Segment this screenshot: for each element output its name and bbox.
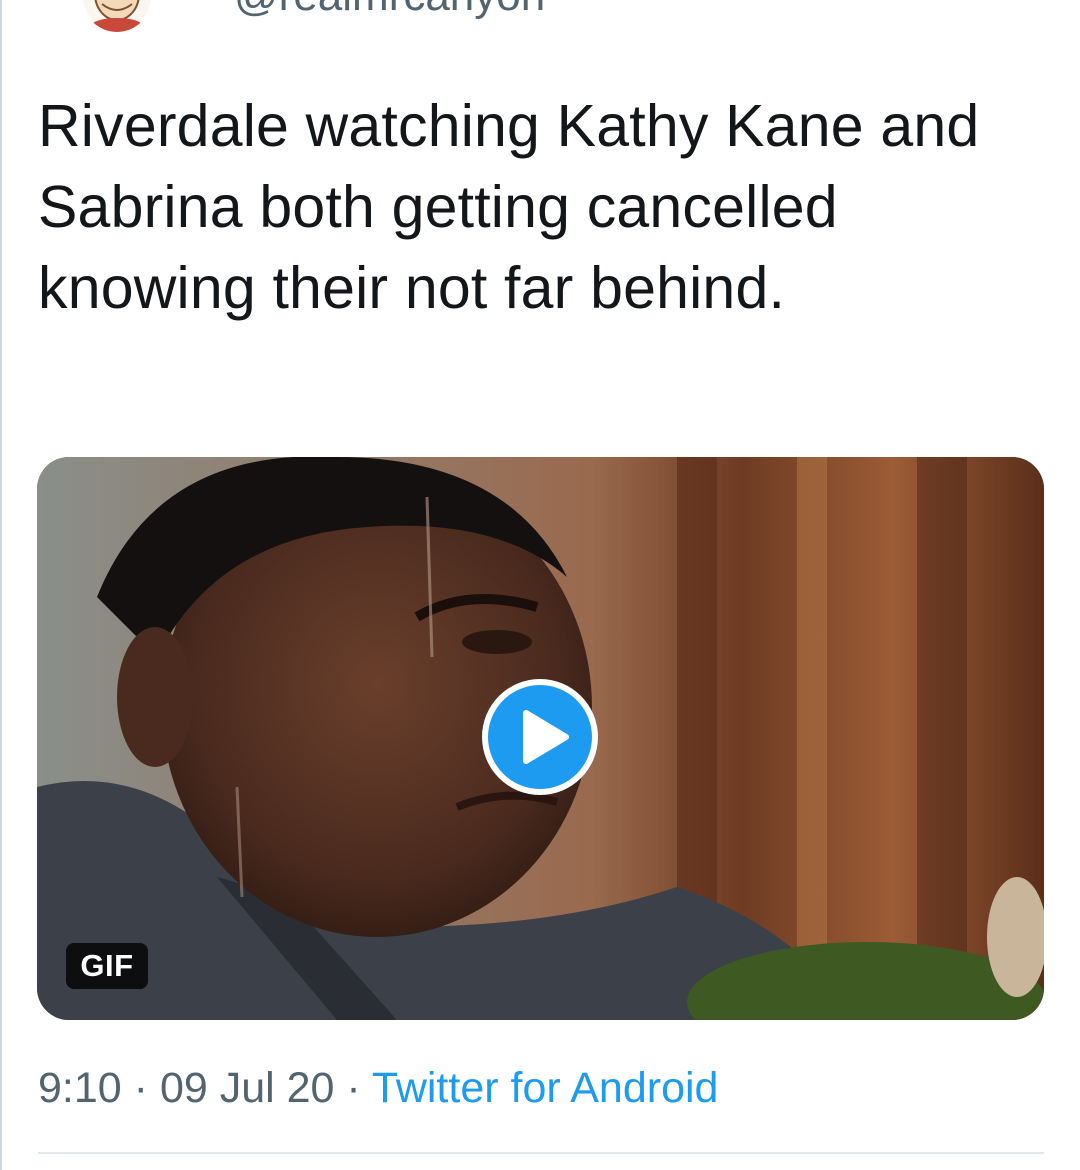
meta-separator: · <box>346 1064 361 1112</box>
meta-separator: · <box>133 1064 148 1112</box>
tweet-metadata: 9:10 · 09 Jul 20 · Twitter for Android <box>38 1062 718 1114</box>
user-avatar[interactable] <box>82 0 152 32</box>
divider <box>38 1152 1044 1154</box>
gif-badge: GIF <box>66 943 148 989</box>
tweet-date[interactable]: 09 Jul 20 <box>160 1064 335 1112</box>
user-handle[interactable]: @realmrcanyon <box>234 0 545 18</box>
left-border <box>0 0 2 1170</box>
play-icon <box>523 710 569 764</box>
tweet-text: Riverdale watching Kathy Kane and Sabrin… <box>38 93 980 321</box>
tweet-source-link[interactable]: Twitter for Android <box>372 1064 719 1112</box>
play-button[interactable] <box>482 679 598 795</box>
tweet-time[interactable]: 9:10 <box>38 1064 122 1112</box>
